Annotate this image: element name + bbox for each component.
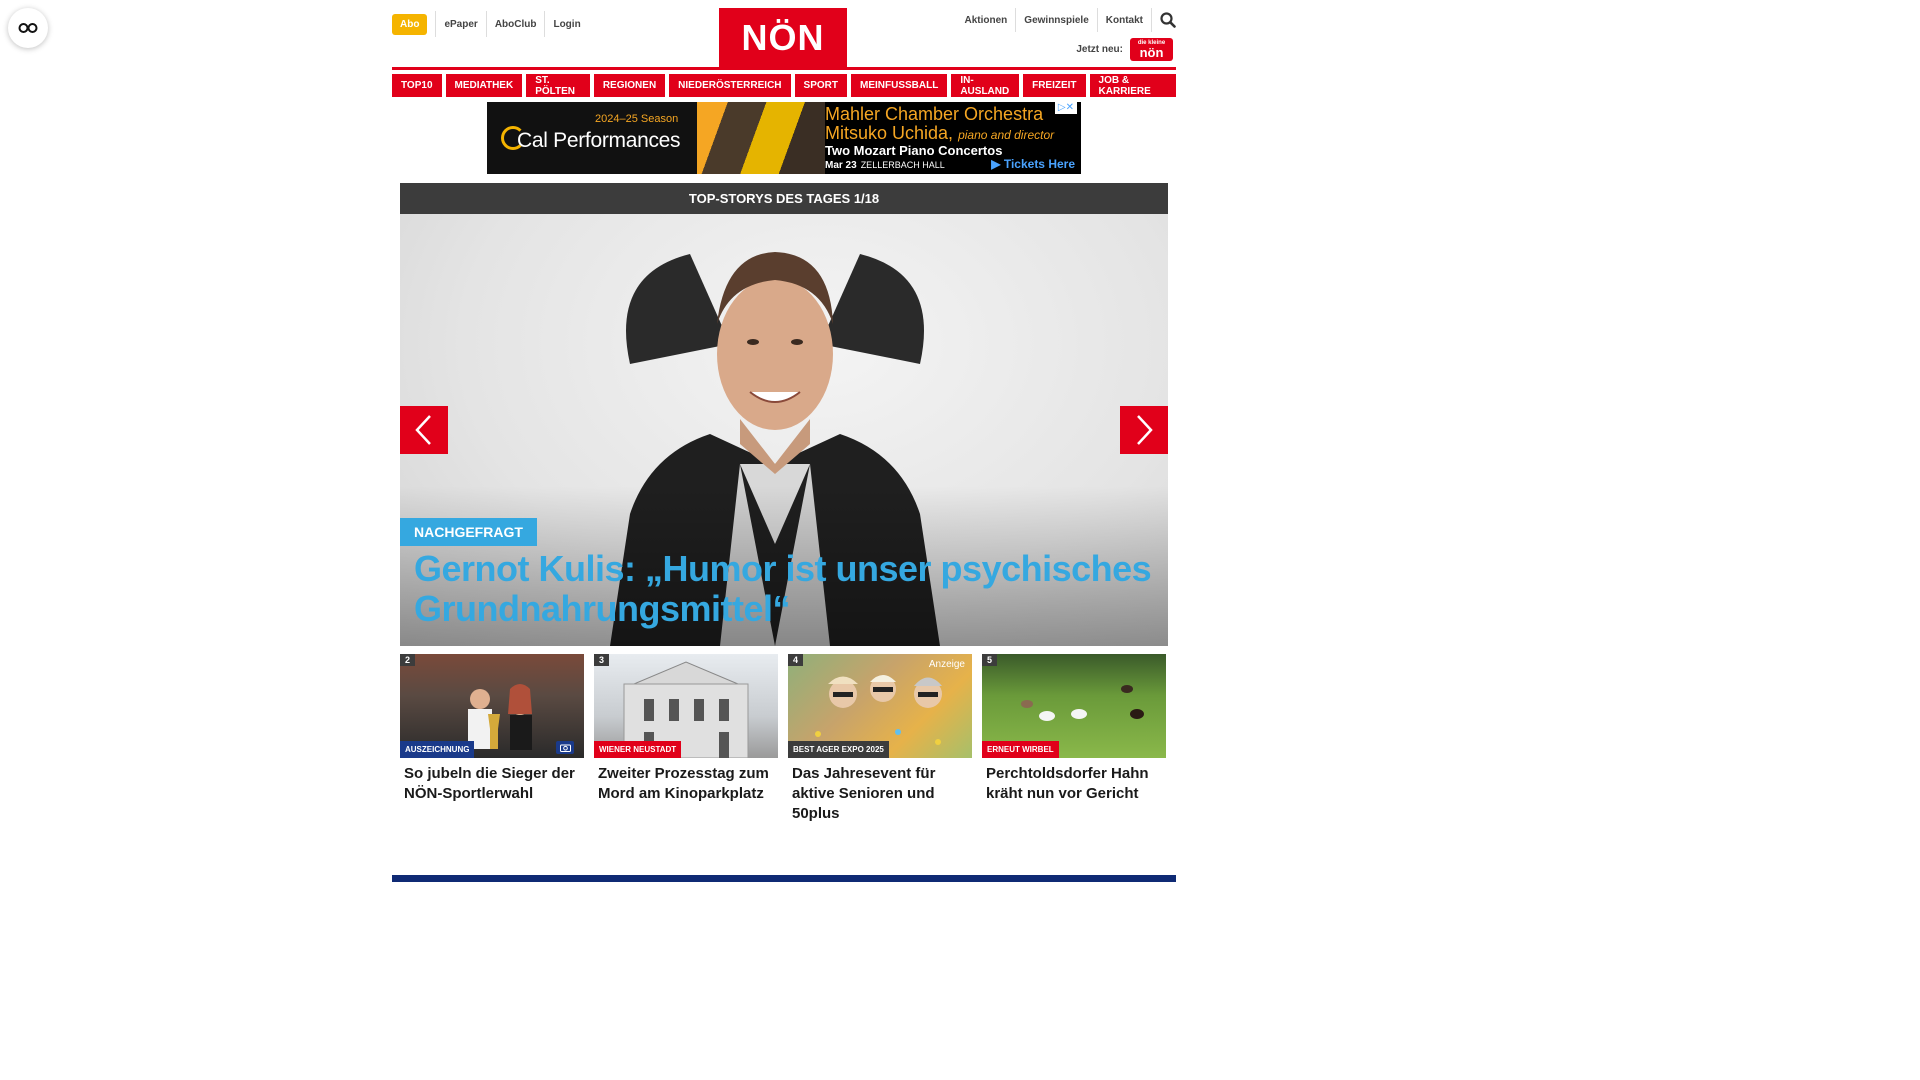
adchoices-icon[interactable]: ▷✕ bbox=[1054, 102, 1077, 114]
meta-nav-left: Abo ePaper AboClub Login bbox=[392, 11, 589, 37]
nav-item-job-karriere[interactable]: JOB & KARRIERE bbox=[1089, 74, 1176, 97]
login-link[interactable]: Login bbox=[544, 11, 588, 37]
ad-brand-panel: 2024–25 Season Cal Performances bbox=[487, 102, 697, 174]
ad-line2: Mitsuko Uchida, piano and director bbox=[825, 123, 1054, 144]
story-number: 2 bbox=[400, 654, 416, 666]
site-logo[interactable]: NÖN bbox=[719, 8, 847, 68]
hero-kicker: NACHGEFRAGT bbox=[400, 518, 537, 546]
story-tag: BEST AGER EXPO 2025 bbox=[788, 741, 889, 758]
ad-banner[interactable]: 2024–25 Season Cal Performances Mahler C… bbox=[487, 102, 1081, 174]
meta-nav-right: Aktionen Gewinnspiele Kontakt bbox=[957, 8, 1176, 32]
header-divider bbox=[392, 67, 1176, 70]
anzeige-label: Anzeige bbox=[928, 659, 965, 670]
story-number: 3 bbox=[594, 654, 610, 666]
nav-item-freizeit[interactable]: FREIZEIT bbox=[1023, 74, 1086, 97]
story-card[interactable]: 2 AUSZEICHNUNG So jubeln die Sieger der … bbox=[400, 654, 584, 824]
ad-line3: Two Mozart Piano Concertos bbox=[825, 143, 1003, 158]
hero-headline[interactable]: Gernot Kulis: „Humor ist unser psychisch… bbox=[414, 549, 1154, 629]
gallery-badge bbox=[556, 741, 574, 754]
nav-item-mediathek[interactable]: MEDIATHEK bbox=[445, 74, 523, 97]
story-title[interactable]: Zweiter Prozesstag zum Mord am Kinoparkp… bbox=[594, 758, 778, 804]
story-image: 2 AUSZEICHNUNG bbox=[400, 654, 584, 758]
page-container: Abo ePaper AboClub Login NÖN Aktionen Ge… bbox=[392, 0, 1176, 882]
nav-item-niederoesterreich[interactable]: NIEDERÖSTERREICH bbox=[669, 74, 791, 97]
ad-artist: Mitsuko Uchida, bbox=[825, 123, 954, 143]
nav-item-st-poelten[interactable]: ST. PÖLTEN bbox=[526, 74, 590, 97]
kontakt-link[interactable]: Kontakt bbox=[1098, 8, 1152, 32]
carousel-next-button[interactable] bbox=[1120, 406, 1168, 454]
footer-bar bbox=[392, 875, 1176, 882]
gewinnspiele-link[interactable]: Gewinnspiele bbox=[1016, 8, 1098, 32]
nav-item-meinfussball[interactable]: MEINFUSSBALL bbox=[850, 74, 948, 97]
story-title[interactable]: Das Jahresevent für aktive Senioren und … bbox=[788, 758, 972, 824]
story-tag: WIENER NEUSTADT bbox=[594, 741, 682, 758]
story-title[interactable]: Perchtoldsdorfer Hahn kräht nun vor Geri… bbox=[982, 758, 1166, 804]
carousel-prev-button[interactable] bbox=[400, 406, 448, 454]
story-cards: 2 AUSZEICHNUNG So jubeln die Sieger der … bbox=[400, 654, 1166, 824]
abo-button[interactable]: Abo bbox=[392, 13, 428, 35]
story-number: 5 bbox=[982, 654, 998, 666]
ad-line1: Mahler Chamber Orchestra bbox=[825, 104, 1044, 124]
chevron-right-icon bbox=[1137, 415, 1153, 445]
site-header: Abo ePaper AboClub Login NÖN Aktionen Ge… bbox=[392, 0, 1176, 70]
jetzt-neu-promo: Jetzt neu: die kleine nön bbox=[1076, 38, 1173, 61]
nav-item-regionen[interactable]: REGIONEN bbox=[593, 74, 666, 97]
ad-tickets-link[interactable]: ▶ Tickets Here bbox=[991, 157, 1075, 171]
top-stories-header: TOP-STORYS DES TAGES 1/18 bbox=[400, 183, 1168, 214]
aboclub-link[interactable]: AboClub bbox=[485, 11, 545, 37]
ad-venue: ZELLERBACH HALL bbox=[860, 160, 945, 170]
camera-icon bbox=[559, 744, 571, 752]
jetzt-neu-label: Jetzt neu: bbox=[1076, 44, 1123, 55]
ad-artist-role: piano and director bbox=[958, 128, 1055, 142]
chevron-left-icon bbox=[415, 415, 431, 445]
search-icon bbox=[1160, 12, 1176, 28]
story-number: 4 bbox=[788, 654, 804, 666]
story-card[interactable]: 4 Anzeige BEST AGER EXPO 2025 Das Jahres… bbox=[788, 654, 972, 824]
nav-item-top10[interactable]: TOP10 bbox=[392, 74, 442, 97]
main-nav: TOP10 MEDIATHEK ST. PÖLTEN REGIONEN NIED… bbox=[392, 74, 1176, 97]
story-card[interactable]: 5 ERNEUT WIRBEL Perchtoldsdorfer Hahn kr… bbox=[982, 654, 1166, 824]
accessibility-toggle-button[interactable] bbox=[8, 8, 48, 48]
ad-brand: Cal Performances bbox=[517, 129, 681, 152]
nav-item-sport[interactable]: SPORT bbox=[794, 74, 847, 97]
die-kleine-noen-badge[interactable]: die kleine nön bbox=[1130, 38, 1173, 61]
story-card[interactable]: 3 WIENER NEUSTADT Zweiter Prozesstag zum… bbox=[594, 654, 778, 824]
ad-photo bbox=[697, 102, 825, 174]
story-tag: ERNEUT WIRBEL bbox=[982, 741, 1059, 758]
story-image: 4 Anzeige BEST AGER EXPO 2025 bbox=[788, 654, 972, 758]
epaper-link[interactable]: ePaper bbox=[435, 11, 485, 37]
hero-story[interactable]: NACHGEFRAGT Gernot Kulis: „Humor ist uns… bbox=[400, 214, 1168, 646]
ad-date: Mar 23 bbox=[825, 160, 857, 171]
story-image: 5 ERNEUT WIRBEL bbox=[982, 654, 1166, 758]
story-tag: AUSZEICHNUNG bbox=[400, 741, 475, 758]
ad-date-line: Mar 23 ZELLERBACH HALL bbox=[825, 160, 945, 171]
glasses-icon bbox=[18, 23, 38, 33]
badge-bottom-text: nön bbox=[1139, 45, 1164, 60]
ad-text-panel: Mahler Chamber Orchestra Mitsuko Uchida,… bbox=[825, 102, 1081, 174]
search-button[interactable] bbox=[1152, 8, 1176, 32]
story-image: 3 WIENER NEUSTADT bbox=[594, 654, 778, 758]
ad-season: 2024–25 Season bbox=[595, 113, 679, 125]
nav-item-in-ausland[interactable]: IN-AUSLAND bbox=[951, 74, 1020, 97]
story-title[interactable]: So jubeln die Sieger der NÖN-Sportlerwah… bbox=[400, 758, 584, 804]
aktionen-link[interactable]: Aktionen bbox=[957, 8, 1017, 32]
